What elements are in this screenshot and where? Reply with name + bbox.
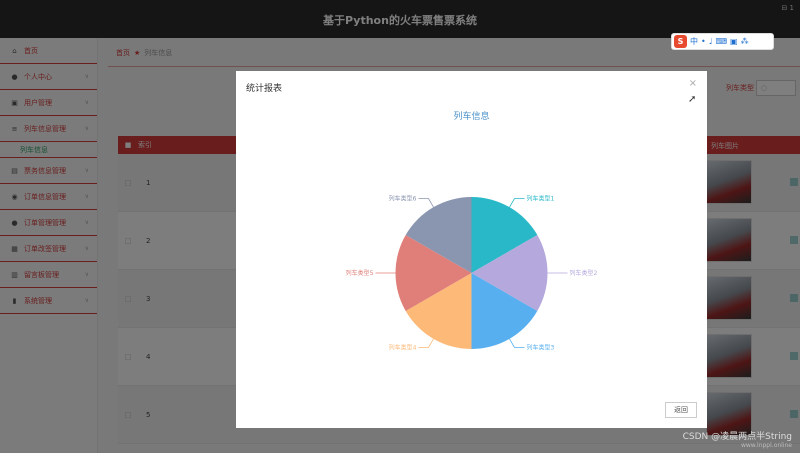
stats-dialog: 统计报表 × 列车信息 列车类型1 列车类型2 列车类型3 列车类型4 列车类型5 列车类…: [236, 71, 707, 428]
watermark-line2: www.lnppl.online: [740, 442, 792, 449]
slice-leader-line: [509, 338, 525, 348]
watermark-line1: CSDN @凌晨两点半String: [682, 432, 792, 442]
slice-label: 列车类型5: [346, 269, 374, 277]
pie-chart: 列车类型1 列车类型2 列车类型3 列车类型4 列车类型5 列车类型6: [346, 195, 598, 352]
mouse-pointer-icon: ➚: [688, 94, 697, 105]
slice-label: 列车类型4: [389, 343, 417, 351]
ime-tool-icon[interactable]: ▣: [730, 37, 738, 46]
ime-tool-icon[interactable]: ⌨: [716, 37, 728, 46]
slice-label: 列车类型1: [527, 195, 555, 203]
back-button[interactable]: 返回: [665, 402, 697, 418]
slice-label: 列车类型3: [527, 343, 555, 351]
ime-tool-icon[interactable]: ⁂: [741, 37, 749, 46]
sogou-logo-icon[interactable]: S: [674, 35, 687, 48]
slice-leader-line: [418, 198, 434, 208]
slice-label: 列车类型6: [389, 195, 417, 203]
ime-tool-icon[interactable]: 中: [690, 36, 698, 47]
ime-tool-icon[interactable]: ♩: [709, 37, 713, 46]
slice-leader-line: [509, 198, 525, 208]
ime-toolbar: S 中 • ♩ ⌨ ▣ ⁂: [671, 33, 774, 50]
watermark: CSDN @凌晨两点半String www.lnppl.online: [683, 429, 792, 449]
ime-tool-icon[interactable]: •: [701, 37, 706, 46]
slice-leader-line: [418, 338, 434, 348]
slice-label: 列车类型2: [570, 269, 598, 277]
